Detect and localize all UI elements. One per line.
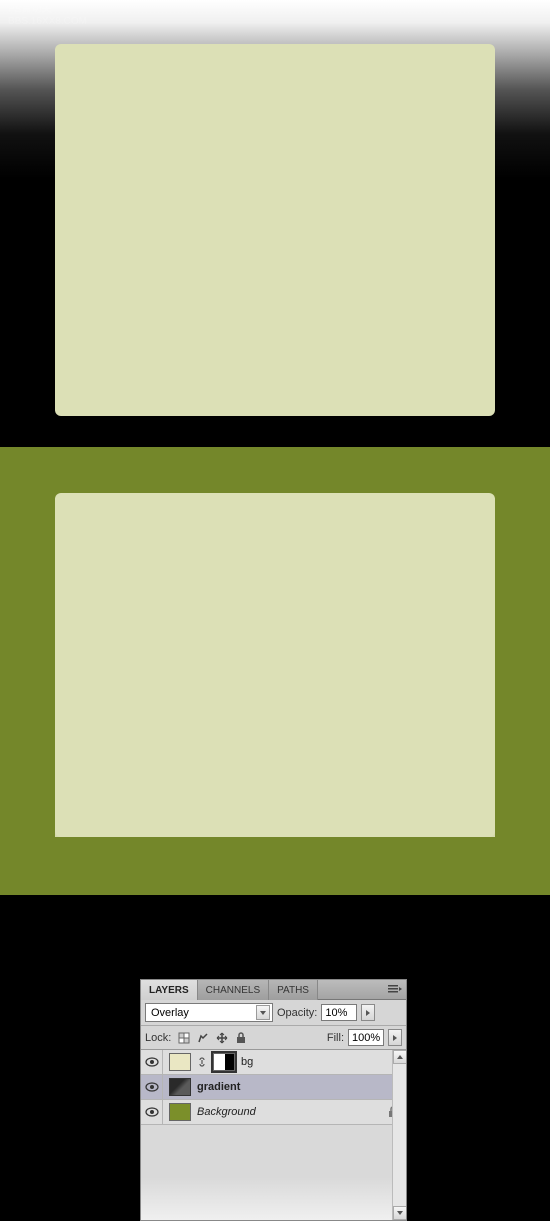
tab-layers[interactable]: LAYERS [141, 980, 198, 1000]
layer-row-bg[interactable]: bg [141, 1050, 406, 1075]
top-gradient-section [0, 0, 550, 447]
lock-label: Lock: [145, 1032, 171, 1044]
opacity-label: Opacity: [277, 1007, 317, 1019]
layers-empty-area [141, 1125, 406, 1220]
fill-input[interactable]: 100% [348, 1029, 384, 1046]
lock-pixels-icon[interactable] [196, 1031, 210, 1045]
dropdown-icon [256, 1005, 270, 1020]
lock-transparency-icon[interactable] [177, 1031, 191, 1045]
scroll-down-button[interactable] [393, 1206, 406, 1220]
opacity-input[interactable]: 10% [321, 1004, 357, 1021]
blend-mode-value: Overlay [151, 1007, 189, 1019]
layers-panel: LAYERS CHANNELS PATHS Overlay Opacity: 1… [140, 979, 407, 1221]
layer-thumbnail[interactable] [169, 1053, 191, 1071]
lock-all-icon[interactable] [234, 1031, 248, 1045]
canvas-preview-bottom [55, 493, 495, 837]
fill-flyout-button[interactable] [388, 1029, 402, 1046]
layer-row-gradient[interactable]: gradient [141, 1075, 406, 1100]
lock-position-icon[interactable] [215, 1031, 229, 1045]
visibility-toggle[interactable] [141, 1050, 163, 1074]
opacity-flyout-button[interactable] [361, 1004, 375, 1021]
lock-fill-row: Lock: Fill: 100% [141, 1026, 406, 1050]
layer-name[interactable]: gradient [197, 1081, 240, 1093]
canvas-preview-top [55, 44, 495, 416]
layer-name[interactable]: bg [241, 1056, 253, 1068]
visibility-toggle[interactable] [141, 1100, 163, 1124]
layer-thumbnail[interactable] [169, 1103, 191, 1121]
scroll-up-button[interactable] [393, 1050, 406, 1064]
tab-paths[interactable]: PATHS [269, 980, 318, 1000]
blend-mode-select[interactable]: Overlay [145, 1003, 273, 1022]
tab-channels[interactable]: CHANNELS [198, 980, 269, 1000]
layer-thumbnail[interactable] [169, 1078, 191, 1096]
layer-name[interactable]: Background [197, 1106, 256, 1118]
visibility-toggle[interactable] [141, 1075, 163, 1099]
panel-tabs: LAYERS CHANNELS PATHS [141, 980, 406, 1000]
blend-opacity-row: Overlay Opacity: 10% [141, 1000, 406, 1026]
layer-mask-thumbnail[interactable] [213, 1053, 235, 1071]
layers-list: bg gradient Background [141, 1050, 406, 1220]
layer-row-background[interactable]: Background [141, 1100, 406, 1125]
panel-menu-icon[interactable] [388, 983, 402, 995]
layers-scrollbar[interactable] [392, 1050, 406, 1220]
fill-label: Fill: [327, 1032, 344, 1044]
bottom-olive-section: LAYERS CHANNELS PATHS Overlay Opacity: 1… [0, 447, 550, 895]
link-icon[interactable] [197, 1057, 207, 1067]
